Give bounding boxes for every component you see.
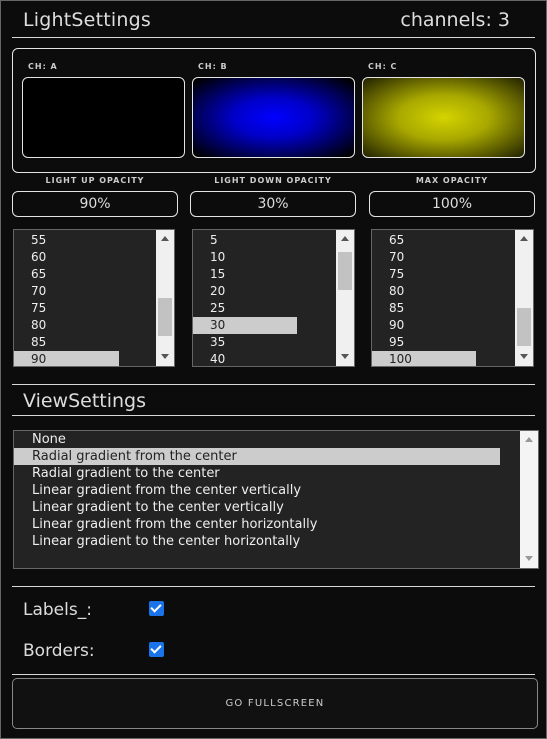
- max-opacity-list[interactable]: 65 70 75 80 85 90 95 100: [371, 229, 534, 367]
- list-item[interactable]: 90: [372, 317, 515, 334]
- scroll-thumb[interactable]: [338, 252, 352, 290]
- list-item[interactable]: 35: [193, 334, 336, 351]
- divider: [12, 415, 535, 416]
- borders-option-label: Borders:: [23, 641, 95, 661]
- light-up-opacity-list[interactable]: 55 60 65 70 75 80 85 90: [13, 229, 175, 367]
- list-item[interactable]: 85: [372, 300, 515, 317]
- list-item[interactable]: 70: [14, 283, 156, 300]
- channel-b-swatch[interactable]: [192, 77, 355, 158]
- light-down-opacity-value: 30%: [190, 191, 356, 217]
- list-item[interactable]: 65: [372, 232, 515, 249]
- go-fullscreen-button[interactable]: GO FULLSCREEN: [12, 678, 538, 729]
- scrollbar[interactable]: [520, 431, 538, 568]
- list-item[interactable]: 80: [372, 283, 515, 300]
- scrollbar[interactable]: [156, 230, 174, 366]
- channel-a-swatch[interactable]: [22, 77, 185, 158]
- scroll-up-icon[interactable]: [515, 232, 533, 246]
- list-item[interactable]: Linear gradient to the center horizontal…: [14, 533, 520, 550]
- labels-checkbox[interactable]: [149, 601, 164, 616]
- channels-count: channels: 3: [400, 9, 510, 31]
- list-item[interactable]: Linear gradient from the center horizont…: [14, 516, 520, 533]
- list-item[interactable]: 60: [14, 249, 156, 266]
- light-down-opacity-list[interactable]: 5 10 15 20 25 30 35 40: [192, 229, 355, 367]
- scrollbar[interactable]: [515, 230, 533, 366]
- divider: [12, 384, 535, 385]
- list-item[interactable]: 40: [193, 351, 336, 366]
- list-item[interactable]: 10: [193, 249, 336, 266]
- list-item[interactable]: 55: [14, 232, 156, 249]
- list-item[interactable]: Linear gradient to the center vertically: [14, 499, 520, 516]
- max-opacity-value: 100%: [369, 191, 535, 217]
- divider: [12, 37, 535, 38]
- scroll-thumb[interactable]: [158, 298, 172, 336]
- scroll-up-icon[interactable]: [156, 232, 174, 246]
- max-opacity-label: MAX OPACITY: [415, 176, 489, 185]
- list-item[interactable]: None: [14, 431, 520, 448]
- list-item[interactable]: 65: [14, 266, 156, 283]
- light-up-opacity-label: LIGHT UP OPACITY: [45, 176, 145, 185]
- scrollbar[interactable]: [336, 230, 354, 366]
- channel-b-label: CH: B: [198, 62, 228, 71]
- scroll-up-icon[interactable]: [520, 433, 538, 447]
- divider: [12, 586, 535, 587]
- list-item[interactable]: 95: [372, 334, 515, 351]
- scroll-thumb[interactable]: [517, 308, 531, 346]
- list-item-selected[interactable]: 100: [372, 351, 476, 366]
- view-settings-title: ViewSettings: [23, 390, 147, 412]
- light-settings-panel: LightSettings channels: 3 CH: A CH: B CH…: [0, 0, 547, 739]
- list-item[interactable]: Linear gradient from the center vertical…: [14, 482, 520, 499]
- list-item[interactable]: 70: [372, 249, 515, 266]
- list-item[interactable]: 75: [14, 300, 156, 317]
- list-item-selected[interactable]: 90: [14, 351, 119, 366]
- scroll-down-icon[interactable]: [156, 350, 174, 364]
- list-item[interactable]: 85: [14, 334, 156, 351]
- light-up-opacity-value: 90%: [12, 191, 178, 217]
- borders-checkbox[interactable]: [149, 642, 164, 657]
- scroll-down-icon[interactable]: [336, 350, 354, 364]
- list-item[interactable]: 5: [193, 232, 336, 249]
- scroll-down-icon[interactable]: [515, 350, 533, 364]
- channel-c-swatch[interactable]: [362, 77, 525, 158]
- light-down-opacity-label: LIGHT DOWN OPACITY: [214, 176, 332, 185]
- list-item-selected[interactable]: Radial gradient from the center: [14, 448, 500, 465]
- channel-a-label: CH: A: [28, 62, 58, 71]
- list-item[interactable]: 80: [14, 317, 156, 334]
- divider: [12, 674, 535, 675]
- scroll-up-icon[interactable]: [336, 232, 354, 246]
- list-item[interactable]: Radial gradient to the center: [14, 465, 520, 482]
- list-item[interactable]: 15: [193, 266, 336, 283]
- list-item[interactable]: 75: [372, 266, 515, 283]
- view-mode-list[interactable]: None Radial gradient from the center Rad…: [13, 430, 539, 569]
- list-item[interactable]: 20: [193, 283, 336, 300]
- list-item-selected[interactable]: 30: [193, 317, 297, 334]
- channel-c-label: CH: C: [368, 62, 398, 71]
- light-settings-title: LightSettings: [23, 9, 151, 31]
- labels-option-label: Labels_:: [23, 600, 92, 620]
- list-item[interactable]: 25: [193, 300, 336, 317]
- scroll-down-icon[interactable]: [520, 552, 538, 566]
